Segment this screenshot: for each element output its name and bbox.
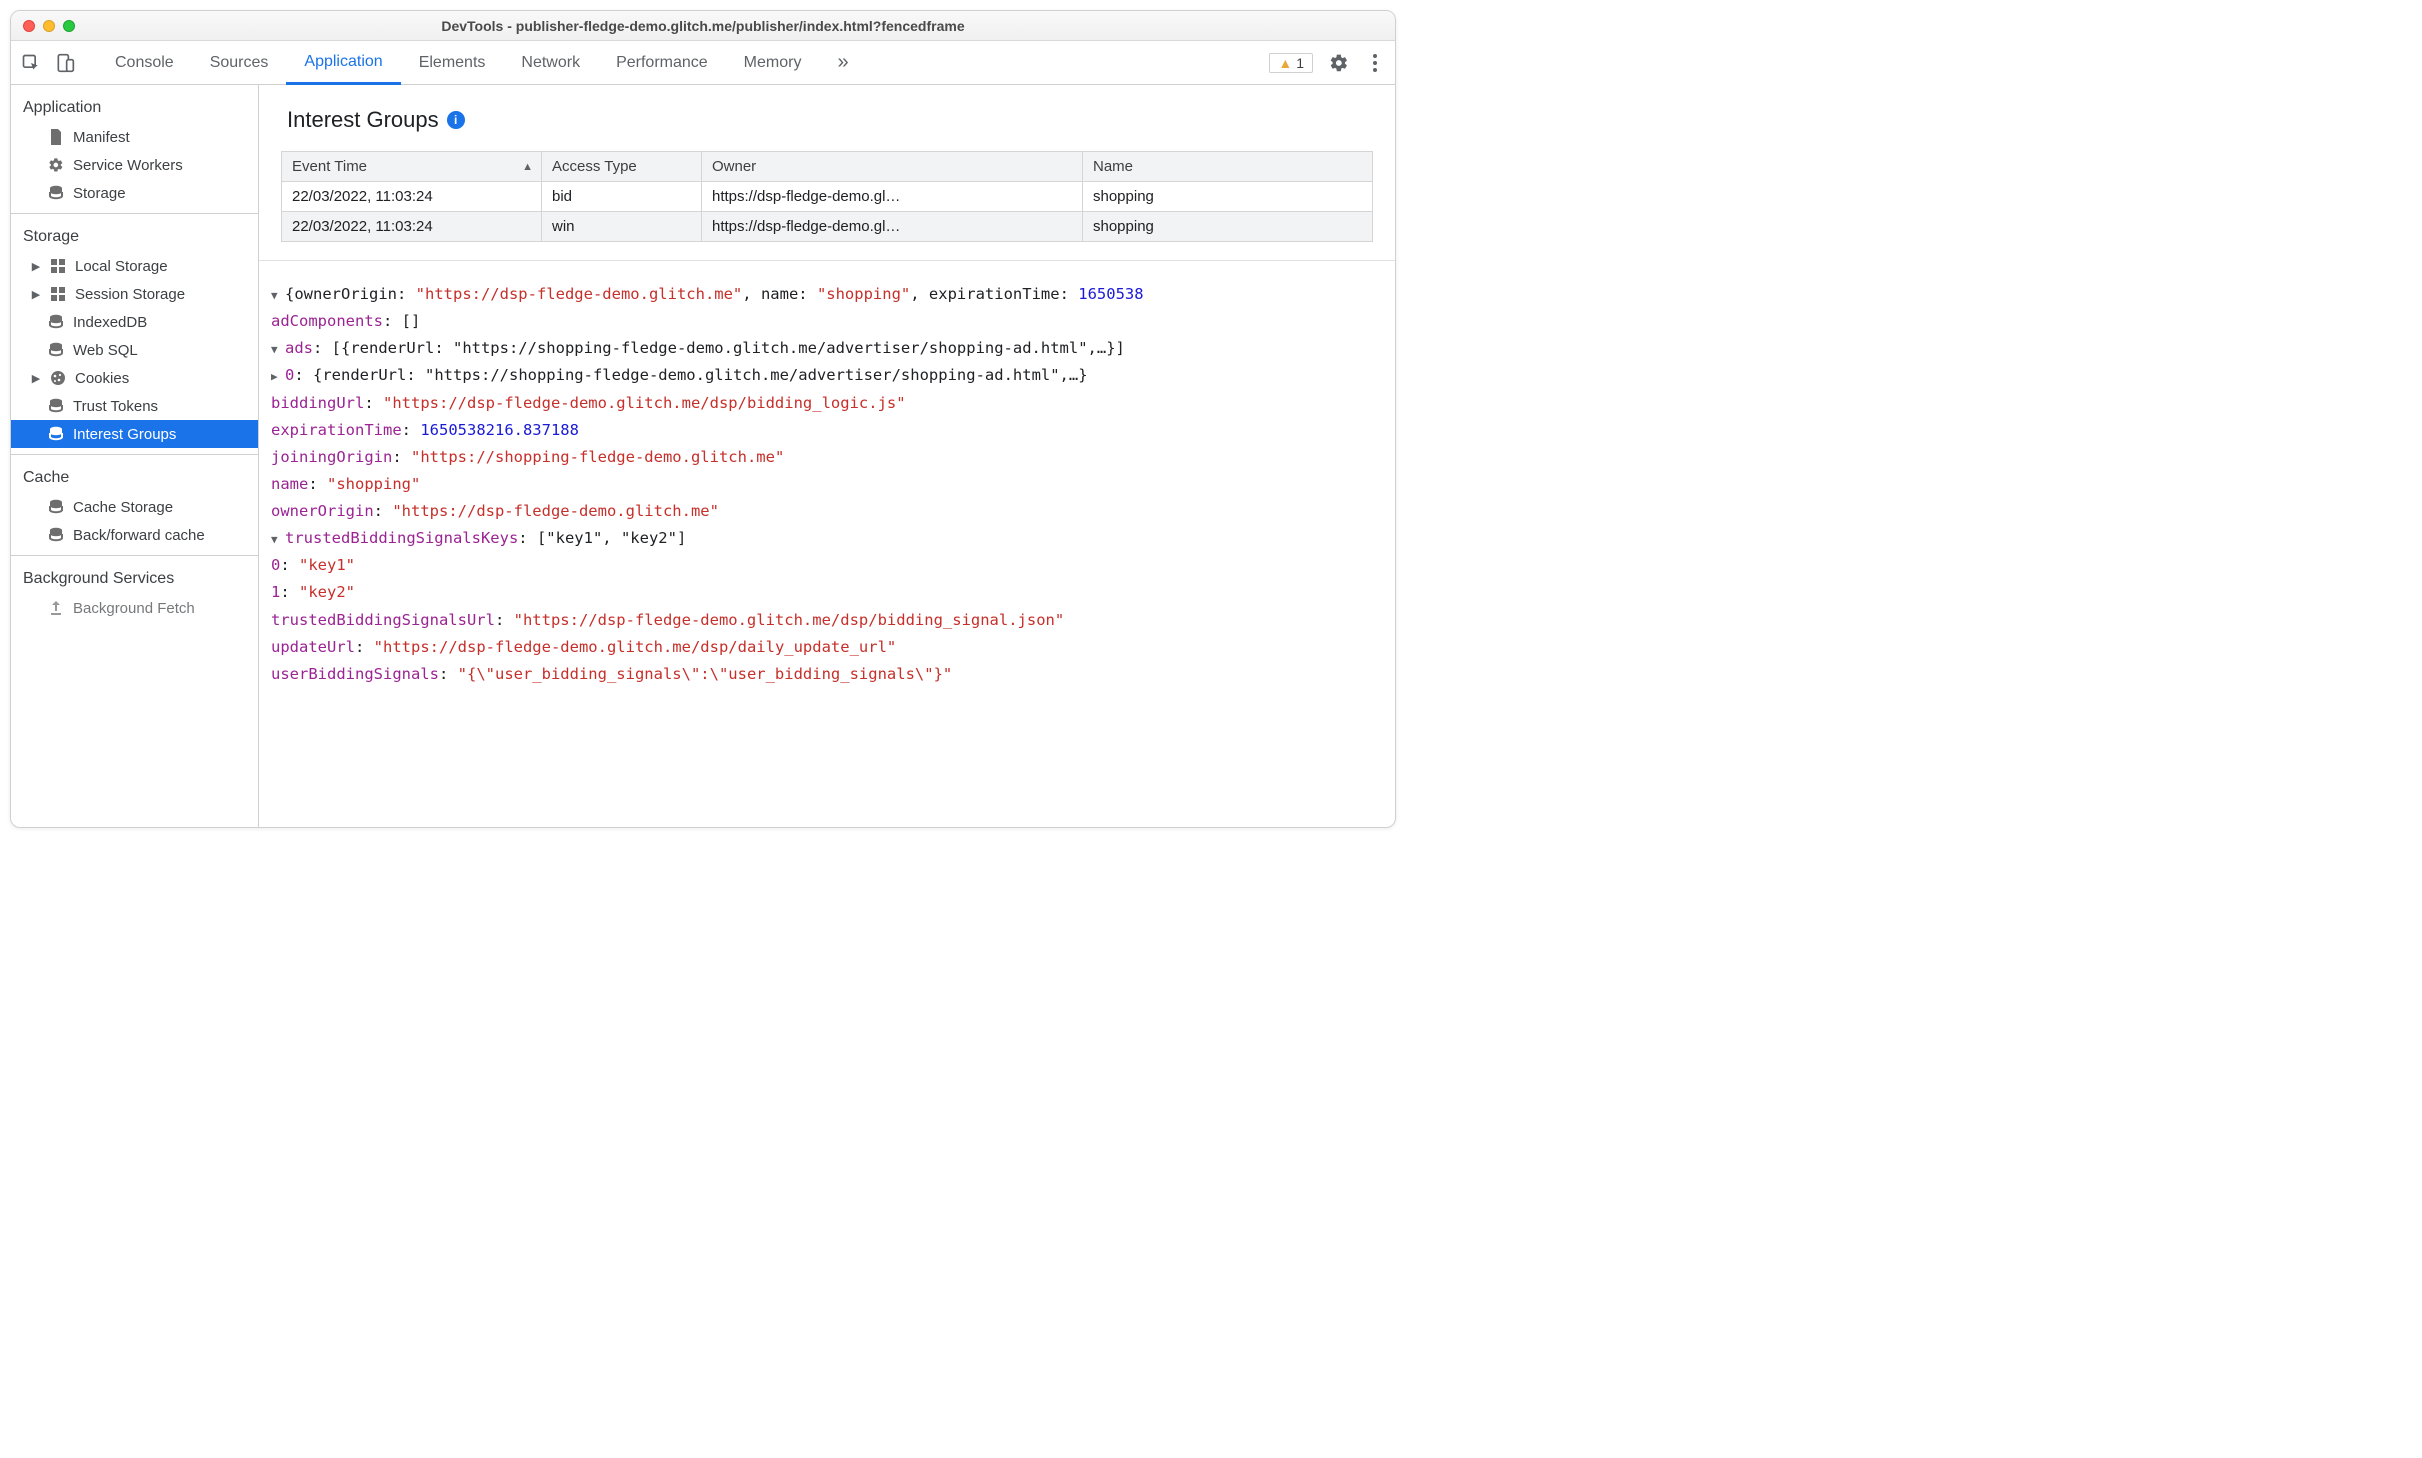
- tab-elements[interactable]: Elements: [401, 41, 504, 84]
- table-row[interactable]: 22/03/2022, 11:03:24 bid https://dsp-fle…: [282, 182, 1373, 212]
- warnings-badge[interactable]: ▲ 1: [1269, 53, 1313, 73]
- application-sidebar: Application Manifest Service Workers Sto…: [11, 85, 259, 827]
- sort-asc-icon: ▲: [522, 161, 533, 173]
- settings-icon[interactable]: [1329, 53, 1349, 73]
- database-icon: [47, 341, 65, 359]
- collapse-caret-icon[interactable]: ▼: [271, 530, 285, 549]
- more-options-icon[interactable]: [1365, 53, 1385, 73]
- tree-node[interactable]: biddingUrl: "https://dsp-fledge-demo.gli…: [263, 390, 1391, 417]
- sidebar-item-web-sql[interactable]: Web SQL: [11, 336, 258, 364]
- sidebar-item-cache-storage[interactable]: Cache Storage: [11, 493, 258, 521]
- sidebar-item-manifest[interactable]: Manifest: [11, 123, 258, 151]
- grid-icon: [49, 257, 67, 275]
- tree-node[interactable]: ownerOrigin: "https://dsp-fledge-demo.gl…: [263, 498, 1391, 525]
- tree-node[interactable]: 0: "key1": [263, 552, 1391, 579]
- collapse-caret-icon[interactable]: ▼: [271, 340, 285, 359]
- sidebar-section-background: Background Services: [11, 562, 258, 594]
- device-toolbar-icon[interactable]: [55, 53, 75, 73]
- tree-node[interactable]: joiningOrigin: "https://shopping-fledge-…: [263, 444, 1391, 471]
- cell-owner: https://dsp-fledge-demo.gl…: [702, 212, 1083, 242]
- tabs-overflow-button[interactable]: »: [819, 41, 866, 84]
- th-name[interactable]: Name: [1083, 152, 1373, 182]
- sidebar-item-indexeddb[interactable]: IndexedDB: [11, 308, 258, 336]
- sidebar-item-trust-tokens[interactable]: Trust Tokens: [11, 392, 258, 420]
- tab-memory[interactable]: Memory: [726, 41, 820, 84]
- panel-title: Interest Groups: [287, 107, 439, 133]
- tree-node[interactable]: trustedBiddingSignalsUrl: "https://dsp-f…: [263, 607, 1391, 634]
- tree-node-ads[interactable]: ▼ads: [{renderUrl: "https://shopping-fle…: [263, 335, 1391, 362]
- tabstrip: Console Sources Application Elements Net…: [11, 41, 1395, 85]
- detail-json-tree[interactable]: ▼{ownerOrigin: "https://dsp-fledge-demo.…: [259, 260, 1395, 700]
- cell-event-time: 22/03/2022, 11:03:24: [282, 212, 542, 242]
- expand-caret-icon[interactable]: ▶: [271, 367, 285, 386]
- tree-node[interactable]: name: "shopping": [263, 471, 1391, 498]
- cookie-icon: [49, 369, 67, 387]
- cell-access-type: win: [542, 212, 702, 242]
- sidebar-item-service-workers[interactable]: Service Workers: [11, 151, 258, 179]
- cell-name: shopping: [1083, 212, 1373, 242]
- table-row[interactable]: 22/03/2022, 11:03:24 win https://dsp-fle…: [282, 212, 1373, 242]
- main-panel: Interest Groups i Event Time▲ Access Typ…: [259, 85, 1395, 827]
- sidebar-item-storage[interactable]: Storage: [11, 179, 258, 207]
- database-icon: [47, 397, 65, 415]
- th-event-time[interactable]: Event Time▲: [282, 152, 542, 182]
- interest-groups-table: Event Time▲ Access Type Owner Name 22/03…: [281, 151, 1373, 242]
- database-icon: [47, 184, 65, 202]
- sidebar-item-local-storage[interactable]: ▶ Local Storage: [11, 252, 258, 280]
- grid-icon: [49, 285, 67, 303]
- info-icon[interactable]: i: [447, 111, 465, 129]
- tree-node-tbsk[interactable]: ▼trustedBiddingSignalsKeys: ["key1", "ke…: [263, 525, 1391, 552]
- tree-node[interactable]: 1: "key2": [263, 579, 1391, 606]
- tree-root[interactable]: ▼{ownerOrigin: "https://dsp-fledge-demo.…: [263, 281, 1391, 308]
- sidebar-section-application: Application: [11, 91, 258, 123]
- database-icon: [47, 526, 65, 544]
- tree-node[interactable]: updateUrl: "https://dsp-fledge-demo.glit…: [263, 634, 1391, 661]
- warning-icon: ▲: [1278, 55, 1292, 71]
- devtools-window: DevTools - publisher-fledge-demo.glitch.…: [10, 10, 1396, 828]
- tab-sources[interactable]: Sources: [192, 41, 287, 84]
- cell-access-type: bid: [542, 182, 702, 212]
- sidebar-section-cache: Cache: [11, 461, 258, 493]
- sidebar-item-cookies[interactable]: ▶ Cookies: [11, 364, 258, 392]
- database-icon: [47, 498, 65, 516]
- expand-caret-icon[interactable]: ▶: [31, 260, 41, 273]
- sidebar-item-background-fetch[interactable]: Background Fetch: [11, 594, 258, 622]
- th-owner[interactable]: Owner: [702, 152, 1083, 182]
- tab-application[interactable]: Application: [286, 41, 400, 85]
- titlebar: DevTools - publisher-fledge-demo.glitch.…: [11, 11, 1395, 41]
- expand-caret-icon[interactable]: ▶: [31, 288, 41, 301]
- cell-owner: https://dsp-fledge-demo.gl…: [702, 182, 1083, 212]
- database-icon: [47, 313, 65, 331]
- tree-node[interactable]: ▶0: {renderUrl: "https://shopping-fledge…: [263, 362, 1391, 389]
- database-icon: [47, 425, 65, 443]
- tab-performance[interactable]: Performance: [598, 41, 726, 84]
- expand-caret-icon[interactable]: ▶: [31, 372, 41, 385]
- gear-icon: [47, 156, 65, 174]
- inspect-element-icon[interactable]: [21, 53, 41, 73]
- sidebar-item-session-storage[interactable]: ▶ Session Storage: [11, 280, 258, 308]
- cell-event-time: 22/03/2022, 11:03:24: [282, 182, 542, 212]
- upload-icon: [47, 599, 65, 617]
- cell-name: shopping: [1083, 182, 1373, 212]
- tree-node[interactable]: adComponents: []: [263, 308, 1391, 335]
- th-access-type[interactable]: Access Type: [542, 152, 702, 182]
- document-icon: [47, 128, 65, 146]
- sidebar-item-interest-groups[interactable]: Interest Groups: [11, 420, 258, 448]
- window-title: DevTools - publisher-fledge-demo.glitch.…: [11, 18, 1395, 34]
- sidebar-item-back-forward-cache[interactable]: Back/forward cache: [11, 521, 258, 549]
- tab-network[interactable]: Network: [503, 41, 598, 84]
- sidebar-section-storage: Storage: [11, 220, 258, 252]
- tree-node[interactable]: userBiddingSignals: "{\"user_bidding_sig…: [263, 661, 1391, 688]
- tab-console[interactable]: Console: [97, 41, 192, 84]
- warning-count: 1: [1296, 55, 1304, 71]
- tree-node[interactable]: expirationTime: 1650538216.837188: [263, 417, 1391, 444]
- collapse-caret-icon[interactable]: ▼: [271, 286, 285, 305]
